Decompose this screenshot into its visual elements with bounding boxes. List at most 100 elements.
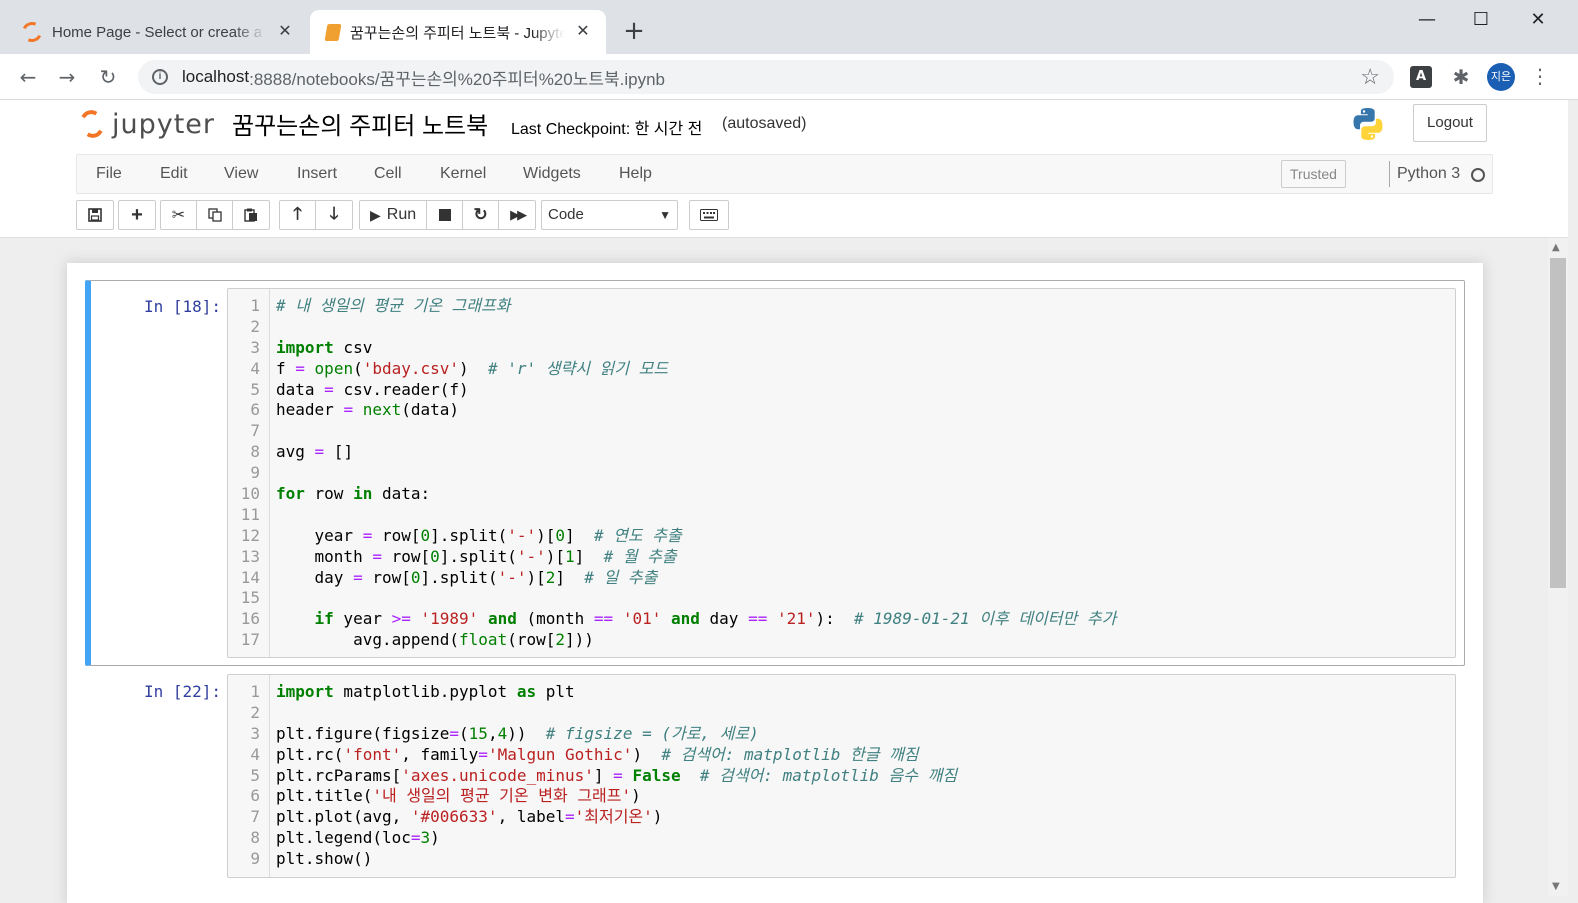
url-host: localhost (182, 67, 250, 86)
code-text: plt.title('내 생일의 평균 기온 변화 그래프') (276, 786, 641, 806)
move-down-button[interactable]: 🡓 (316, 201, 352, 229)
menu-kernel[interactable]: Kernel (440, 165, 486, 183)
code-line[interactable]: 5 data = csv.reader(f) (228, 380, 1455, 401)
line-number: 1 (250, 296, 260, 315)
code-line[interactable]: 15 (228, 588, 1455, 609)
back-icon[interactable]: ← (14, 63, 42, 91)
code-text: import matplotlib.pyplot as plt (276, 682, 575, 701)
menu-widgets[interactable]: Widgets (523, 165, 581, 183)
reload-icon[interactable]: ↻ (94, 63, 122, 91)
save-button[interactable] (77, 201, 113, 229)
forward-icon[interactable]: → (53, 63, 81, 91)
code-text: # 내 생일의 평균 기온 그래프화 (276, 296, 511, 315)
code-line[interactable]: 2 (228, 703, 1455, 724)
logout-button[interactable]: Logout (1413, 104, 1487, 142)
code-line[interactable]: 7 plt.plot(avg, '#006633', label='최저기온') (228, 807, 1455, 828)
code-line[interactable]: 3 plt.figure(figsize=(15,4)) # figsize = … (228, 724, 1455, 745)
chevron-down-icon: ▼ (659, 208, 671, 222)
plus-icon: + (131, 203, 143, 226)
code-line[interactable]: 3 import csv (228, 338, 1455, 359)
code-line[interactable]: 16 if year >= '1989' and (month == '01' … (228, 609, 1455, 630)
code-line[interactable]: 10 for row in data: (228, 484, 1455, 505)
menu-view[interactable]: View (224, 165, 258, 183)
trusted-indicator[interactable]: Trusted (1281, 160, 1346, 188)
scissors-icon: ✂ (171, 207, 186, 224)
code-line[interactable]: 7 (228, 421, 1455, 442)
keyboard-icon (700, 209, 718, 221)
code-line[interactable]: 14 day = row[0].split('-')[2] # 일 추출 (228, 568, 1455, 589)
code-line[interactable]: 17 avg.append(float(row[2])) (228, 630, 1455, 651)
code-lines: 1 # 내 생일의 평균 기온 그래프화 2 3 import csv 4 f = open… (228, 296, 1455, 651)
tab-notebook[interactable]: 꿈꾸는손의 주피터 노트북 - Jupyter Notebook ✕ (310, 10, 606, 54)
code-cell[interactable]: In [18]: 1 # 내 생일의 평균 기온 그래프화 2 3 import csv… (85, 280, 1465, 666)
command-palette-button[interactable] (690, 201, 728, 229)
code-line[interactable]: 8 plt.legend(loc=3) (228, 828, 1455, 849)
profile-avatar[interactable]: 지은 (1487, 63, 1515, 91)
code-line[interactable]: 13 month = row[0].split('-')[1] # 월 추출 (228, 547, 1455, 568)
code-line[interactable]: 4 plt.rc('font', family='Malgun Gothic') … (228, 745, 1455, 766)
code-text: if year >= '1989' and (month == '01' and… (314, 609, 1117, 629)
menu-edit[interactable]: Edit (160, 165, 188, 183)
kernel-name[interactable]: Python 3 (1397, 165, 1460, 183)
tab-home-page[interactable]: Home Page - Select or create a notebook … (8, 10, 308, 54)
code-line[interactable]: 8 avg = [] (228, 442, 1455, 463)
code-line[interactable]: 11 (228, 505, 1455, 526)
menu-cell[interactable]: Cell (374, 165, 402, 183)
new-tab-button[interactable]: + (620, 17, 648, 45)
code-editor[interactable]: 1 # 내 생일의 평균 기온 그래프화 2 3 import csv 4 f = open… (227, 288, 1456, 658)
run-button[interactable]: ▶ Run (360, 201, 428, 229)
code-line[interactable]: 9 plt.show() (228, 849, 1455, 870)
line-number: 14 (240, 567, 260, 587)
menu-insert[interactable]: Insert (297, 165, 337, 183)
code-line[interactable]: 6 header = next(data) (228, 400, 1455, 421)
code-cell[interactable]: In [22]: 1 import matplotlib.pyplot as pl… (85, 672, 1465, 892)
copy-button[interactable] (197, 201, 233, 229)
code-line[interactable]: 1 import matplotlib.pyplot as plt (228, 682, 1455, 703)
code-line[interactable]: 5 plt.rcParams['axes.unicode_minus'] = Fa… (228, 766, 1455, 787)
code-text: avg.append(float(row[2])) (276, 630, 594, 650)
code-text: plt.rcParams['axes.unicode_minus'] = Fal… (276, 765, 958, 785)
line-number: 17 (240, 630, 260, 650)
page-scrollbar[interactable]: ▲ ▼ (1548, 238, 1568, 896)
close-icon[interactable]: ✕ (574, 23, 592, 41)
line-number: 12 (240, 525, 260, 545)
bookmark-star-icon[interactable]: ☆ (1360, 64, 1380, 90)
insert-cell-button[interactable]: + (119, 201, 155, 229)
cut-button[interactable]: ✂ (161, 201, 197, 229)
code-editor[interactable]: 1 import matplotlib.pyplot as plt 2 3 plt.fi… (227, 674, 1456, 878)
menu-help[interactable]: Help (619, 165, 652, 183)
scrollbar-thumb[interactable] (1550, 258, 1566, 588)
jupyter-logo[interactable]: jupyter (76, 107, 215, 141)
info-icon[interactable]: i (152, 69, 168, 85)
fast-forward-icon: ▶▶ (510, 207, 527, 222)
extensions-puzzle-icon[interactable]: ✱ (1450, 66, 1472, 88)
code-line[interactable]: 9 (228, 463, 1455, 484)
maximize-icon[interactable]: ☐ (1458, 10, 1504, 30)
code-line[interactable]: 2 (228, 317, 1455, 338)
interrupt-button[interactable] (427, 201, 464, 229)
menu-file[interactable]: File (96, 165, 122, 183)
browser-menu-icon[interactable]: ⋮ (1530, 64, 1550, 88)
code-line[interactable]: 4 f = open('bday.csv') # 'r' 생략시 읽기 모드 (228, 359, 1455, 380)
save-icon (88, 208, 102, 222)
move-up-button[interactable]: 🡑 (280, 201, 316, 229)
address-bar[interactable]: i localhost:8888/notebooks/꿈꾸는손의%20주피터%2… (138, 60, 1394, 94)
cell-type-select[interactable]: Code ▼ (541, 200, 678, 230)
scroll-down-icon[interactable]: ▼ (1552, 881, 1560, 892)
line-number: 9 (250, 463, 260, 483)
line-number: 8 (250, 442, 260, 462)
code-line[interactable]: 12 year = row[0].split('-')[0] # 연도 추출 (228, 526, 1455, 547)
code-line[interactable]: 6 plt.title('내 생일의 평균 기온 변화 그래프') (228, 786, 1455, 807)
close-icon[interactable]: ✕ (276, 23, 294, 41)
code-line[interactable]: 1 # 내 생일의 평균 기온 그래프화 (228, 296, 1455, 317)
checkpoint-status: Last Checkpoint: 한 시간 전 (511, 121, 703, 138)
notebook-name[interactable]: 꿈꾸는손의 주피터 노트북 (232, 106, 488, 141)
scroll-up-icon[interactable]: ▲ (1552, 242, 1560, 253)
line-number: 7 (250, 807, 260, 827)
window-close-icon[interactable]: ✕ (1515, 10, 1561, 30)
restart-run-all-button[interactable]: ▶▶ (499, 201, 535, 229)
minimize-icon[interactable]: — (1404, 10, 1450, 30)
restart-button[interactable]: ↻ (463, 201, 500, 229)
extension-a-icon[interactable]: A (1410, 66, 1432, 88)
paste-button[interactable] (233, 201, 269, 229)
